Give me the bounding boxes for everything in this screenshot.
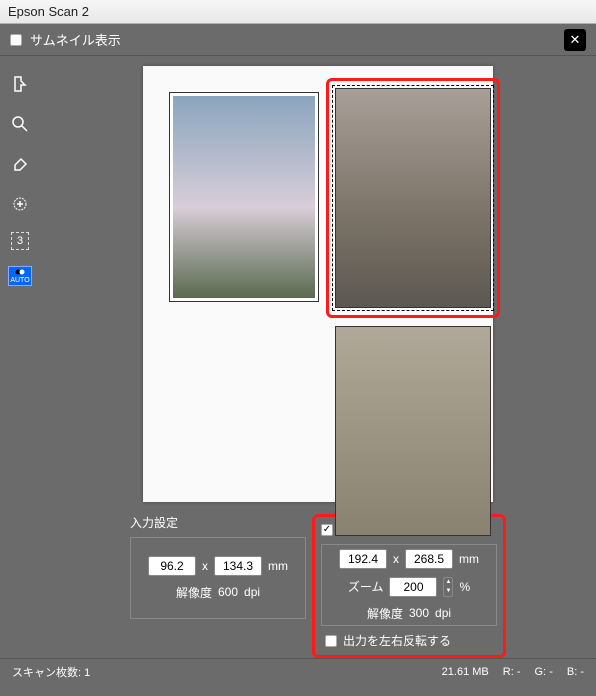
input-width-field[interactable]: 96.2 (148, 556, 196, 576)
output-width-field[interactable]: 192.4 (339, 549, 387, 569)
zoom-icon[interactable] (8, 112, 32, 136)
scan-count: スキャン枚数: 1 (12, 664, 90, 680)
flip-horizontal-checkbox[interactable] (325, 635, 337, 647)
scanned-image-2[interactable] (335, 88, 491, 308)
output-dim-separator: x (393, 552, 399, 566)
input-settings-title: 入力設定 (130, 514, 178, 531)
output-resolution-unit: dpi (435, 606, 451, 620)
input-resolution-unit: dpi (244, 585, 260, 599)
marquee-count[interactable]: 3 (11, 232, 29, 250)
zoom-spinner[interactable]: ▲▼ (443, 577, 453, 597)
output-resolution-label: 解像度 (367, 605, 403, 622)
rotate-icon[interactable] (8, 72, 32, 96)
scan-count-value: 1 (84, 667, 90, 679)
status-bar: スキャン枚数: 1 21.61 MB R: - G: - B: - (0, 658, 596, 684)
zoom-unit-label: % (459, 580, 470, 594)
close-icon: ✕ (570, 32, 581, 48)
thumbnail-checkbox[interactable] (10, 34, 22, 46)
auto-exposure-icon[interactable]: AUTO (8, 266, 32, 286)
scanned-image-1[interactable] (169, 92, 319, 302)
close-button[interactable]: ✕ (564, 29, 586, 51)
eraser-icon[interactable] (8, 152, 32, 176)
auto-label: AUTO (10, 277, 29, 284)
main-area: 3 AUTO 入力設定 96.2 x 134. (0, 56, 596, 658)
sidebar: 3 AUTO (0, 56, 40, 658)
marquee-count-value: 3 (17, 235, 23, 247)
thumbnail-label: サムネイル表示 (30, 30, 121, 49)
output-unit-label: mm (459, 552, 479, 566)
output-resolution-value: 300 (409, 606, 429, 620)
spinner-down-icon[interactable]: ▼ (444, 587, 452, 596)
flip-horizontal-label: 出力を左右反転する (343, 632, 451, 649)
output-height-field[interactable]: 268.5 (405, 549, 453, 569)
color-readout-g: G: - (535, 666, 553, 678)
output-settings-checkbox[interactable] (321, 524, 333, 536)
filesize: 21.61 MB (442, 666, 489, 678)
thumbnail-bar: サムネイル表示 ✕ (0, 24, 596, 56)
scanned-image-3[interactable] (335, 326, 491, 536)
zoom-field[interactable]: 200 (389, 577, 437, 597)
add-marquee-icon[interactable] (8, 192, 32, 216)
output-settings-panel: 出力設定 192.4 x 268.5 mm ズーム 200 ▲▼ (321, 521, 497, 626)
title-bar: Epson Scan 2 (0, 0, 596, 24)
input-settings-panel: 入力設定 96.2 x 134.3 mm 解像度 600 dpi (130, 514, 306, 658)
input-unit-label: mm (268, 559, 288, 573)
input-resolution-label: 解像度 (176, 584, 212, 601)
zoom-label: ズーム (348, 578, 384, 595)
settings-row: 入力設定 96.2 x 134.3 mm 解像度 600 dpi (40, 502, 596, 658)
spinner-up-icon[interactable]: ▲ (444, 578, 452, 587)
color-readout-r: R: - (503, 666, 521, 678)
input-height-field[interactable]: 134.3 (214, 556, 262, 576)
color-readout-b: B: - (567, 666, 584, 678)
input-resolution-value: 600 (218, 585, 238, 599)
preview-canvas[interactable] (143, 66, 493, 502)
preview-area: 入力設定 96.2 x 134.3 mm 解像度 600 dpi (40, 56, 596, 658)
input-dim-separator: x (202, 559, 208, 573)
window-title: Epson Scan 2 (8, 4, 89, 19)
scan-count-label: スキャン枚数: (12, 667, 81, 679)
